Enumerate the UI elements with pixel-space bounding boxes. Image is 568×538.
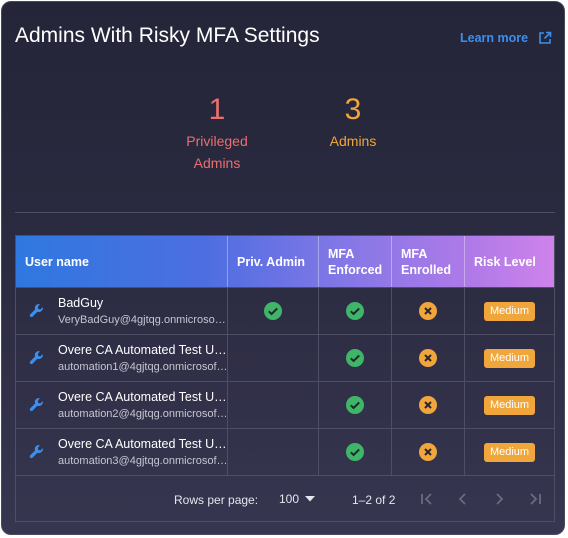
learn-more-link[interactable]: Learn more (460, 31, 552, 45)
next-page-icon[interactable] (490, 490, 508, 508)
stat-label: Privileged Admins (172, 130, 262, 174)
risk-badge: Medium (483, 348, 536, 368)
cell-risk-level: Medium (465, 335, 554, 381)
table-row[interactable]: Overe CA Automated Test User 1 automation… (16, 334, 554, 381)
cell-priv-admin (228, 288, 319, 334)
table-header: User name Priv. Admin MFA Enforced MFA E… (16, 236, 554, 287)
pagination: Rows per page: 100 1–2 of 2 (16, 475, 554, 521)
user-info: Overe CA Automated Test User 1 automation… (58, 342, 228, 375)
cell-priv-admin (228, 335, 319, 381)
divider (15, 212, 555, 213)
user-info: Overe CA Automated Test User 3 automation… (58, 436, 228, 469)
rows-per-page-label: Rows per page: (174, 493, 259, 507)
cell-mfa-enrolled (392, 288, 465, 334)
cell-risk-level: Medium (465, 288, 554, 334)
x-circle-icon (419, 443, 437, 461)
risk-badge: Medium (483, 301, 536, 321)
check-circle-icon (346, 396, 364, 414)
stat-label-line2: Admins (193, 155, 241, 171)
user-name: Overe CA Automated Test User 2 (58, 389, 228, 404)
column-header-mfa-enforced[interactable]: MFA Enforced (319, 236, 392, 287)
cell-mfa-enforced (319, 382, 392, 428)
user-info: Overe CA Automated Test User 2 automation… (58, 389, 228, 422)
admins-table: User name Priv. Admin MFA Enforced MFA E… (15, 235, 555, 522)
wrench-icon (29, 304, 43, 318)
last-page-icon[interactable] (526, 490, 544, 508)
table-row[interactable]: BadGuy VeryBadGuy@4gjtqg.onmicrosoft.com M… (16, 287, 554, 334)
column-header-priv-admin[interactable]: Priv. Admin (228, 236, 319, 287)
user-email: VeryBadGuy@4gjtqg.onmicrosoft.com (58, 313, 228, 326)
table-row[interactable]: Overe CA Automated Test User 2 automation… (16, 381, 554, 428)
stat-label-line1: Privileged (186, 133, 248, 149)
user-name: Overe CA Automated Test User 1 (58, 342, 228, 357)
user-email: automation1@4gjtqg.onmicrosoft.com (58, 360, 228, 373)
user-name: Overe CA Automated Test User 3 (58, 436, 228, 451)
wrench-icon (29, 398, 43, 412)
user-name: BadGuy (58, 295, 104, 310)
stat-admins: 3 Admins (314, 94, 392, 152)
page-range: 1–2 of 2 (352, 493, 396, 507)
cell-mfa-enrolled (392, 382, 465, 428)
rows-per-page-select[interactable]: 100 (279, 492, 316, 506)
user-email: automation2@4gjtqg.onmicrosoft.com (58, 407, 228, 420)
check-circle-icon (264, 302, 282, 320)
cell-mfa-enforced (319, 429, 392, 475)
cell-mfa-enrolled (392, 335, 465, 381)
cell-mfa-enrolled (392, 429, 465, 475)
risky-mfa-card: Admins With Risky MFA Settings Learn mor… (1, 1, 565, 535)
risk-badge: Medium (483, 442, 536, 462)
stat-value: 3 (344, 93, 362, 126)
column-header-user-name[interactable]: User name (16, 236, 228, 287)
cell-mfa-enforced (319, 335, 392, 381)
cell-user: Overe CA Automated Test User 3 automation… (16, 429, 228, 475)
cell-risk-level: Medium (465, 429, 554, 475)
rows-per-page-value: 100 (279, 492, 300, 506)
risk-badge: Medium (483, 395, 536, 415)
x-circle-icon (419, 396, 437, 414)
wrench-icon (29, 445, 43, 459)
check-circle-icon (346, 302, 364, 320)
x-circle-icon (419, 349, 437, 367)
stat-privileged-admins: 1 Privileged Admins (172, 94, 262, 174)
x-circle-icon (419, 302, 437, 320)
cell-priv-admin (228, 382, 319, 428)
cell-user: BadGuy VeryBadGuy@4gjtqg.onmicrosoft.com (16, 288, 228, 334)
column-header-mfa-enrolled[interactable]: MFA Enrolled (392, 236, 465, 287)
column-header-label: MFA Enrolled (401, 246, 452, 277)
cell-user: Overe CA Automated Test User 1 automation… (16, 335, 228, 381)
cell-user: Overe CA Automated Test User 2 automation… (16, 382, 228, 428)
column-header-risk-level[interactable]: Risk Level (465, 236, 554, 287)
wrench-icon (29, 351, 43, 365)
prev-page-icon[interactable] (454, 490, 472, 508)
caret-down-icon (305, 496, 316, 502)
check-circle-icon (346, 443, 364, 461)
learn-more-label: Learn more (460, 31, 529, 45)
table-row[interactable]: Overe CA Automated Test User 3 automation… (16, 428, 554, 475)
user-info: BadGuy VeryBadGuy@4gjtqg.onmicrosoft.com (58, 295, 228, 328)
column-header-label: MFA Enforced (328, 246, 383, 277)
cell-risk-level: Medium (465, 382, 554, 428)
stat-value: 1 (208, 93, 226, 126)
external-link-icon (539, 31, 552, 44)
first-page-icon[interactable] (418, 490, 436, 508)
cell-priv-admin (228, 429, 319, 475)
check-circle-icon (346, 349, 364, 367)
cell-mfa-enforced (319, 288, 392, 334)
card-title: Admins With Risky MFA Settings (15, 24, 320, 47)
user-email: automation3@4gjtqg.onmicrosoft.com (58, 454, 228, 467)
stat-label: Admins (329, 133, 377, 149)
